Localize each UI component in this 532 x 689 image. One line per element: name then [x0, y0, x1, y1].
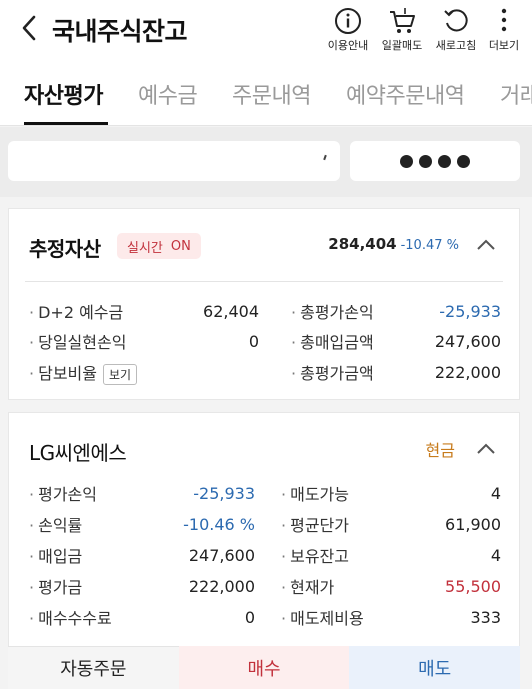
order-button-bar: 자동주문 매수 매도	[8, 646, 521, 689]
password-dot	[400, 154, 413, 168]
password-dot	[438, 154, 451, 168]
holding-value: 55,500	[445, 576, 501, 596]
holding-label: 손익률	[29, 512, 82, 536]
buy-button[interactable]: 매수	[178, 646, 350, 689]
cart-icon	[390, 8, 415, 33]
holding-label: 매입금	[29, 543, 82, 567]
summary-label: 총평가금액	[291, 360, 374, 384]
active-tab-indicator	[24, 122, 108, 125]
holding-label: 매수수수료	[29, 605, 112, 629]
auto-order-button[interactable]: 자동주문	[8, 646, 179, 689]
summary-row: 당일실현손익 0	[29, 329, 259, 353]
more-label: 더보기	[488, 39, 520, 52]
summary-label: 담보비율보기	[29, 360, 138, 385]
realtime-label: 실시간	[127, 240, 163, 256]
refresh-icon	[444, 9, 468, 32]
collateral-ratio-label: 담보비율	[38, 363, 97, 383]
summary-row: 담보비율보기	[29, 360, 259, 385]
holding-value: -25,933	[193, 483, 255, 503]
info-icon	[335, 8, 361, 34]
tab-deposit[interactable]: 예수금	[138, 78, 198, 110]
holding-row: 매도제비용 333	[281, 605, 501, 629]
password-dot	[419, 154, 432, 168]
stock-name: LG씨엔에스	[29, 441, 127, 465]
estimated-asset-header: 추정자산 실시간 ON 284,404 -10.47 %	[9, 209, 519, 281]
account-mark	[323, 154, 327, 161]
holding-value: 4	[490, 483, 501, 503]
holding-label: 평가금	[29, 574, 82, 598]
summary-value: -25,933	[439, 301, 501, 321]
holding-value: 4	[490, 545, 501, 565]
summary-value: 247,600	[434, 331, 501, 351]
tab-reserved-orders[interactable]: 예약주문내역	[346, 78, 465, 110]
password-dot	[457, 154, 470, 168]
bulk-sell-button[interactable]: 일괄매도	[374, 6, 430, 56]
account-selector-row	[0, 127, 532, 197]
sell-button[interactable]: 매도	[349, 646, 521, 689]
refresh-label: 새로고침	[435, 39, 477, 52]
holding-value: -10.46 %	[183, 514, 255, 534]
holding-row: 현재가 55,500	[281, 574, 501, 598]
realtime-toggle[interactable]: 실시간 ON	[117, 233, 201, 259]
realtime-state: ON	[170, 238, 191, 254]
summary-label: 당일실현손익	[29, 329, 126, 353]
summary-row: 총평가손익 -25,933	[291, 299, 501, 323]
estimated-asset-title: 추정자산	[29, 237, 101, 261]
chevron-left-icon	[22, 15, 36, 41]
holding-label: 매도가능	[281, 481, 349, 505]
holding-label: 매도제비용	[281, 605, 364, 629]
info-button-label: 이용안내	[327, 39, 369, 52]
total-asset: 284,404	[328, 235, 397, 253]
holding-value: 0	[244, 607, 255, 627]
summary-value: 62,404	[203, 301, 259, 321]
holding-value: 61,900	[445, 514, 501, 534]
summary-row: 총평가금액 222,000	[291, 360, 501, 384]
summary-value: 0	[248, 331, 259, 351]
view-button[interactable]: 보기	[102, 363, 138, 385]
info-button[interactable]: 이용안내	[320, 6, 376, 56]
holding-value: 333	[470, 607, 501, 627]
bulk-sell-label: 일괄매도	[381, 39, 423, 52]
summary-label: 총평가손익	[291, 299, 374, 323]
holding-label: 평균단가	[281, 512, 349, 536]
more-button[interactable]: 더보기	[476, 6, 532, 56]
holding-header: LG씨엔에스 현금	[9, 413, 519, 485]
summary-value: 222,000	[434, 362, 501, 382]
holding-row: 손익률 -10.46 %	[29, 512, 255, 536]
account-type-label: 현금	[425, 441, 455, 460]
app-header: 국내주식잔고 이용안내 일괄매도 새로고침 더보기	[0, 0, 532, 60]
summary-label: 총매입금액	[291, 329, 374, 353]
estimated-asset-value: 284,404 -10.47 %	[328, 235, 459, 253]
summary-row: D+2 예수금 62,404	[29, 299, 259, 323]
tab-order-history[interactable]: 주문내역	[232, 78, 311, 110]
holding-row: 평가금 222,000	[29, 574, 255, 598]
summary-row: 총매입금액 247,600	[291, 329, 501, 353]
tab-asset-eval[interactable]: 자산평가	[24, 78, 103, 110]
holding-row: 매입금 247,600	[29, 543, 255, 567]
holding-value: 247,600	[188, 545, 255, 565]
more-icon	[501, 8, 507, 32]
divider	[25, 281, 503, 282]
holding-label: 현재가	[281, 574, 334, 598]
holding-row: 평균단가 61,900	[281, 512, 501, 536]
holding-value: 222,000	[188, 576, 255, 596]
holding-label: 평가손익	[29, 481, 97, 505]
chevron-up-icon[interactable]	[475, 235, 497, 255]
summary-label: D+2 예수금	[29, 299, 123, 323]
account-select[interactable]	[8, 141, 340, 181]
tab-bar: 자산평가 예수금 주문내역 예약주문내역 거래	[0, 60, 532, 126]
holding-label: 보유잔고	[281, 543, 349, 567]
password-field[interactable]	[350, 141, 520, 181]
chevron-up-icon[interactable]	[475, 439, 497, 459]
holding-row: 평가손익 -25,933	[29, 481, 255, 505]
holding-row: 매수수수료 0	[29, 605, 255, 629]
total-asset-pct: -10.47 %	[400, 238, 459, 253]
page-title: 국내주식잔고	[52, 17, 188, 46]
tab-trades[interactable]: 거래	[500, 78, 532, 110]
back-button[interactable]	[14, 10, 44, 46]
holding-row: 보유잔고 4	[281, 543, 501, 567]
estimated-asset-card: 추정자산 실시간 ON 284,404-10.47 % D+2 예수금 62,40…	[8, 208, 520, 400]
holding-row: 매도가능 4	[281, 481, 501, 505]
